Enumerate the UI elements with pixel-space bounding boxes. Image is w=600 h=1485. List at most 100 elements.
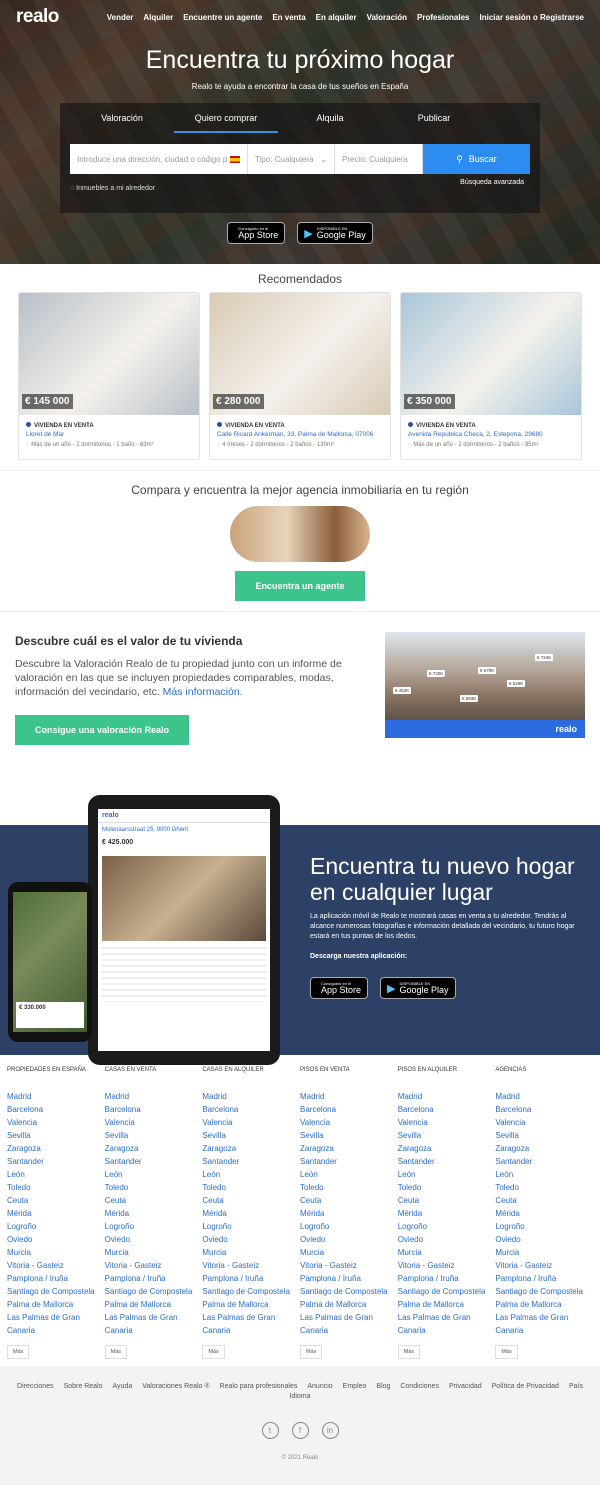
type-select[interactable]: Tipo: Cualquiera ⌄ bbox=[248, 144, 335, 174]
search-tab[interactable]: Valoración bbox=[70, 103, 174, 133]
footer-city-link[interactable]: Barcelona bbox=[300, 1103, 398, 1116]
footer-city-link[interactable]: Madrid bbox=[202, 1090, 300, 1103]
footer-city-link[interactable]: Pamplona / Iruña bbox=[495, 1272, 593, 1285]
footer-city-link[interactable]: Murcia bbox=[398, 1246, 496, 1259]
footer-city-link[interactable]: Sevilla bbox=[398, 1129, 496, 1142]
price-select[interactable]: Precio: Cualquiera bbox=[335, 144, 423, 174]
nav-link[interactable]: Profesionales bbox=[417, 13, 469, 22]
footer-city-link[interactable]: Oviedo bbox=[300, 1233, 398, 1246]
footer-city-link[interactable]: Sevilla bbox=[105, 1129, 203, 1142]
nav-link[interactable]: En venta bbox=[272, 13, 305, 22]
more-button[interactable]: Más bbox=[7, 1345, 30, 1359]
footer-city-link[interactable]: Zaragoza bbox=[7, 1142, 105, 1155]
footer-city-link[interactable]: Ceuta bbox=[300, 1194, 398, 1207]
more-info-link[interactable]: Más información. bbox=[163, 686, 243, 698]
footer-city-link[interactable]: Oviedo bbox=[495, 1233, 593, 1246]
footer-city-link[interactable]: Zaragoza bbox=[105, 1142, 203, 1155]
nav-link[interactable]: Encuentre un agente bbox=[183, 13, 262, 22]
footer-city-link[interactable]: Pamplona / Iruña bbox=[105, 1272, 203, 1285]
footer-city-link[interactable]: Mérida bbox=[7, 1207, 105, 1220]
footer-city-link[interactable]: Oviedo bbox=[105, 1233, 203, 1246]
property-card[interactable]: ♡ € 145 000 VIVIENDA EN VENTA Lloret de Mar… bbox=[18, 292, 200, 460]
footer-city-link[interactable]: Palma de Mallorca bbox=[398, 1298, 496, 1311]
footer-city-link[interactable]: Barcelona bbox=[105, 1103, 203, 1116]
nearby-link[interactable]: ◌ Inmuebles a mi alrededor bbox=[70, 185, 155, 192]
footer-city-link[interactable]: Madrid bbox=[398, 1090, 496, 1103]
search-tab[interactable]: Publicar bbox=[382, 103, 486, 133]
more-button[interactable]: Más bbox=[495, 1345, 518, 1359]
bottom-link[interactable]: Empleo bbox=[343, 1383, 367, 1390]
footer-city-link[interactable]: Valencia bbox=[300, 1116, 398, 1129]
footer-city-link[interactable]: Valencia bbox=[398, 1116, 496, 1129]
footer-city-link[interactable]: Ceuta bbox=[105, 1194, 203, 1207]
footer-city-link[interactable]: Barcelona bbox=[202, 1103, 300, 1116]
footer-city-link[interactable]: Las Palmas de Gran Canaria bbox=[300, 1311, 398, 1337]
nav-link[interactable]: En alquiler bbox=[316, 13, 357, 22]
nav-link[interactable]: Alquiler bbox=[143, 13, 173, 22]
valuation-button[interactable]: Consigue una valoración Realo bbox=[15, 715, 190, 745]
nav-link[interactable]: Vender bbox=[107, 13, 134, 22]
footer-city-link[interactable]: Santiago de Compostela bbox=[202, 1285, 300, 1298]
footer-city-link[interactable]: León bbox=[300, 1168, 398, 1181]
footer-city-link[interactable]: Santiago de Compostela bbox=[300, 1285, 398, 1298]
footer-city-link[interactable]: Oviedo bbox=[398, 1233, 496, 1246]
nav-link[interactable]: Iniciar sesión o Registrarse bbox=[480, 13, 585, 22]
footer-city-link[interactable]: Santiago de Compostela bbox=[495, 1285, 593, 1298]
footer-city-link[interactable]: Sevilla bbox=[300, 1129, 398, 1142]
spain-flag-icon[interactable] bbox=[230, 155, 240, 163]
footer-city-link[interactable]: Logroño bbox=[7, 1220, 105, 1233]
footer-city-link[interactable]: Madrid bbox=[7, 1090, 105, 1103]
property-card[interactable]: ♡ € 280 000 VIVIENDA EN VENTA Calle Ricard … bbox=[209, 292, 391, 460]
footer-city-link[interactable]: Murcia bbox=[300, 1246, 398, 1259]
footer-city-link[interactable]: Santander bbox=[300, 1155, 398, 1168]
footer-city-link[interactable]: Toledo bbox=[105, 1181, 203, 1194]
footer-city-link[interactable]: León bbox=[7, 1168, 105, 1181]
footer-city-link[interactable]: Ceuta bbox=[495, 1194, 593, 1207]
footer-city-link[interactable]: Oviedo bbox=[202, 1233, 300, 1246]
footer-city-link[interactable]: Valencia bbox=[495, 1116, 593, 1129]
footer-city-link[interactable]: Pamplona / Iruña bbox=[398, 1272, 496, 1285]
property-card[interactable]: ♡ € 350 000 VIVIENDA EN VENTA Avenida Repub… bbox=[400, 292, 582, 460]
footer-city-link[interactable]: Murcia bbox=[495, 1246, 593, 1259]
realo-logo[interactable]: realo bbox=[16, 6, 59, 28]
footer-city-link[interactable]: Palma de Mallorca bbox=[7, 1298, 105, 1311]
bottom-link[interactable]: Privacidad bbox=[449, 1383, 482, 1390]
footer-city-link[interactable]: Toledo bbox=[495, 1181, 593, 1194]
footer-city-link[interactable]: Las Palmas de Gran Canaria bbox=[202, 1311, 300, 1337]
footer-city-link[interactable]: Mérida bbox=[495, 1207, 593, 1220]
bottom-link[interactable]: Direcciones bbox=[17, 1383, 54, 1390]
footer-city-link[interactable]: Zaragoza bbox=[202, 1142, 300, 1155]
advanced-search-link[interactable]: Búsqueda avanzada bbox=[460, 179, 524, 186]
footer-city-link[interactable]: Santander bbox=[7, 1155, 105, 1168]
footer-city-link[interactable]: Santander bbox=[398, 1155, 496, 1168]
footer-city-link[interactable]: Pamplona / Iruña bbox=[202, 1272, 300, 1285]
footer-city-link[interactable]: Murcia bbox=[7, 1246, 105, 1259]
footer-city-link[interactable]: Santiago de Compostela bbox=[398, 1285, 496, 1298]
footer-city-link[interactable]: Logroño bbox=[495, 1220, 593, 1233]
footer-city-link[interactable]: Ceuta bbox=[7, 1194, 105, 1207]
app-store-button[interactable]: Consíguelo en el App Store bbox=[227, 222, 286, 244]
footer-city-link[interactable]: Vitoria - Gasteiz bbox=[495, 1259, 593, 1272]
footer-city-link[interactable]: Santander bbox=[495, 1155, 593, 1168]
bottom-link[interactable]: Política de Privacidad bbox=[492, 1383, 559, 1390]
google-play-button-2[interactable]: ▶ DISPONIBLE EN Google Play bbox=[380, 977, 456, 999]
footer-city-link[interactable]: Oviedo bbox=[7, 1233, 105, 1246]
footer-city-link[interactable]: Toledo bbox=[398, 1181, 496, 1194]
footer-city-link[interactable]: León bbox=[495, 1168, 593, 1181]
footer-city-link[interactable]: Zaragoza bbox=[398, 1142, 496, 1155]
bottom-link[interactable]: Ayuda bbox=[113, 1383, 133, 1390]
footer-city-link[interactable]: Mérida bbox=[105, 1207, 203, 1220]
find-agent-button[interactable]: Encuentra un agente bbox=[235, 571, 365, 601]
footer-city-link[interactable]: Pamplona / Iruña bbox=[300, 1272, 398, 1285]
footer-city-link[interactable]: Logroño bbox=[105, 1220, 203, 1233]
footer-city-link[interactable]: Madrid bbox=[300, 1090, 398, 1103]
search-tab[interactable]: Quiero comprar bbox=[174, 103, 278, 133]
footer-city-link[interactable]: Palma de Mallorca bbox=[300, 1298, 398, 1311]
footer-city-link[interactable]: Madrid bbox=[495, 1090, 593, 1103]
bottom-link[interactable]: Valoraciones Realo ® bbox=[142, 1383, 209, 1390]
footer-city-link[interactable]: Santander bbox=[202, 1155, 300, 1168]
footer-city-link[interactable]: Logroño bbox=[398, 1220, 496, 1233]
footer-city-link[interactable]: Valencia bbox=[7, 1116, 105, 1129]
search-tab[interactable]: Alquila bbox=[278, 103, 382, 133]
property-address[interactable]: Avenida Republica Checa, 2, Estepona, 29… bbox=[408, 431, 581, 438]
